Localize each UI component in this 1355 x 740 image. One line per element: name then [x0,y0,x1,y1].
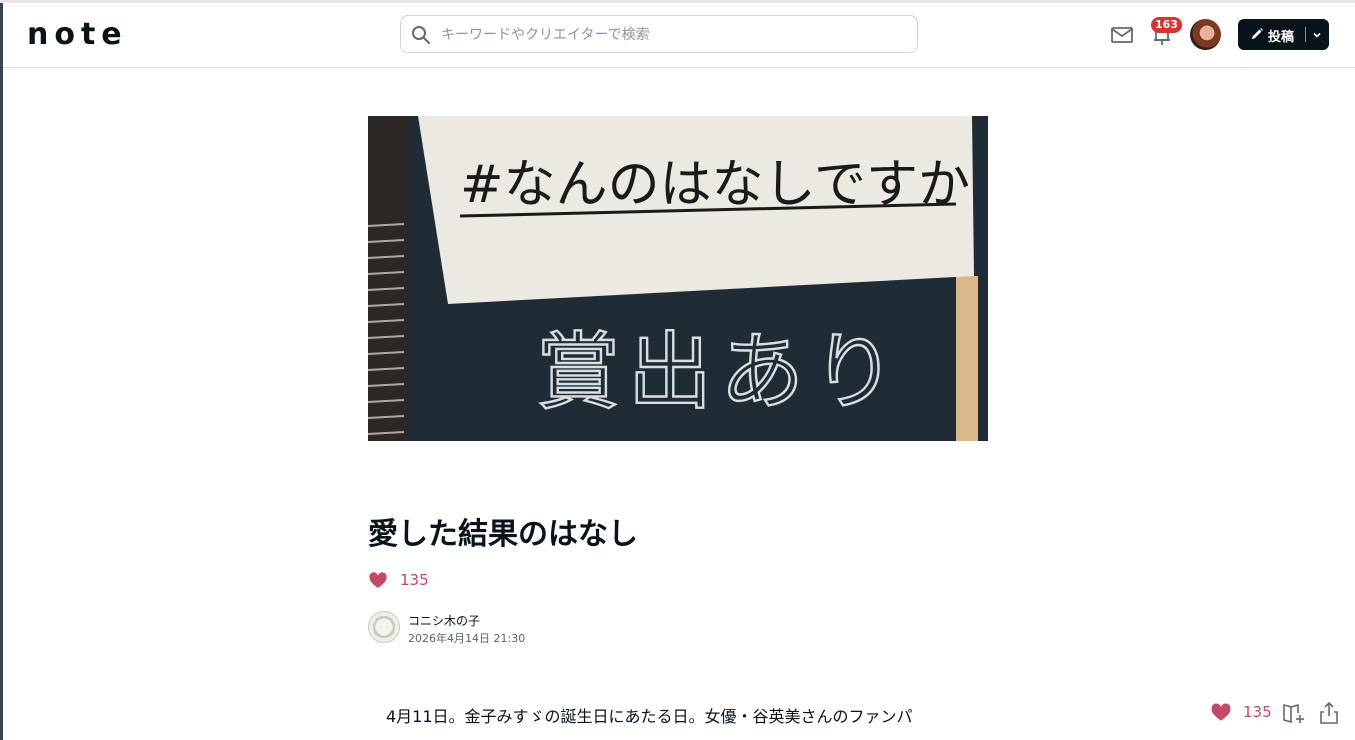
pencil-icon [1252,28,1263,39]
user-avatar[interactable] [1190,19,1221,50]
post-button-label: 投稿 [1268,30,1295,45]
note-logo[interactable]: note [27,19,128,51]
mail-icon[interactable] [1110,23,1134,47]
author-info[interactable]: コニシ木の子 2026年4月14日 21:30 [368,611,668,647]
notification-badge: 163 [1151,17,1182,33]
site-header: note 163 投稿 [3,3,1355,68]
floating-like-count[interactable]: 135 [1243,703,1272,721]
magazine-add-icon[interactable] [1282,702,1306,724]
search-input[interactable] [439,17,913,53]
article-title: 愛した結果のはなし [368,517,638,552]
article-body-paragraph: 4月11日。金子みすゞの誕生日にあたる日。女優・谷英美さんのファンパ [386,707,913,726]
window-left-edge [0,0,3,740]
heart-icon[interactable] [1210,702,1232,724]
post-button[interactable]: 投稿 [1238,19,1329,50]
like-count[interactable]: 135 [400,571,429,589]
author-name[interactable]: コニシ木の子 [408,612,480,629]
search-icon [412,26,430,44]
post-button-divider [1305,27,1306,42]
share-icon[interactable] [1318,701,1340,725]
search-box[interactable] [400,15,918,53]
hero-chalk-text: 賞出あり [536,323,904,421]
heart-icon[interactable] [368,571,388,591]
publish-date: 2026年4月14日 21:30 [408,632,526,645]
hero-illustration: #なんのはなしですか 賞出あり [368,116,988,441]
article-header-image: #なんのはなしですか 賞出あり [368,116,988,441]
chevron-down-icon[interactable] [1311,29,1323,41]
author-avatar[interactable] [368,611,400,643]
